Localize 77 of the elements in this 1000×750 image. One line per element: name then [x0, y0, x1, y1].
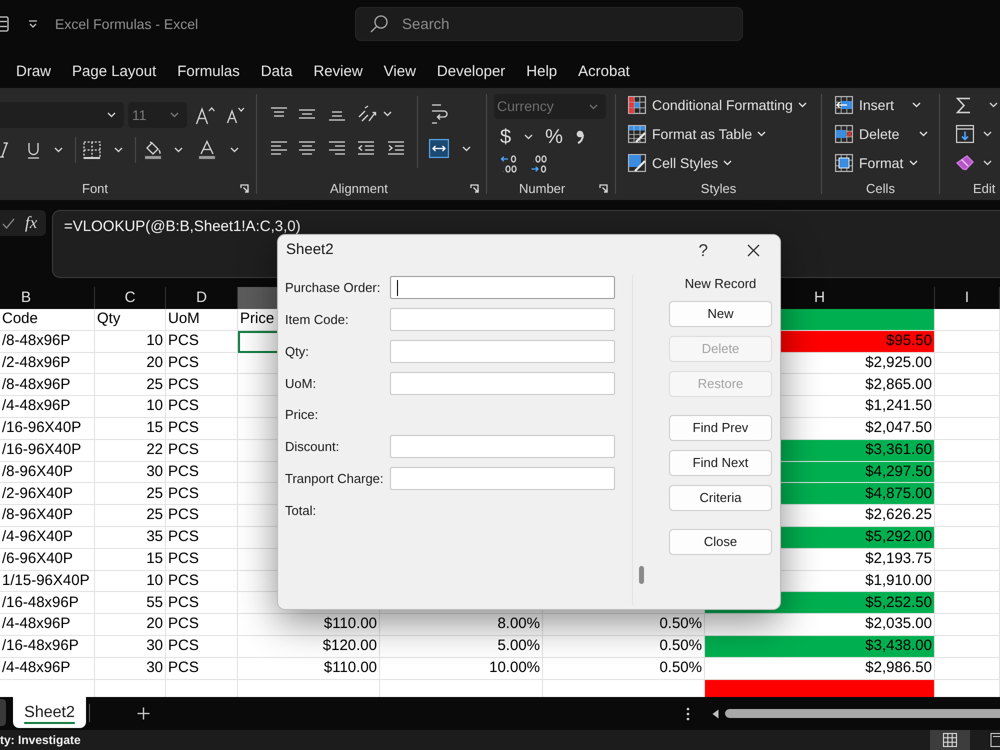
table-cell: PCS: [166, 374, 238, 396]
table-cell: PCS: [166, 636, 238, 658]
group-label: Alignment: [330, 180, 388, 198]
table-cell: 25: [95, 374, 166, 396]
header-cell: Qty: [95, 309, 166, 331]
table-cell: 10: [95, 330, 166, 353]
table-cell: 10.00%: [380, 658, 543, 680]
table-cell: /6-96X40P: [0, 548, 95, 571]
table-cell: PCS: [166, 440, 238, 462]
table-cell: /16-96X40P: [0, 418, 95, 440]
table-cell: 8.00%: [380, 614, 543, 636]
table-cell: $110.00: [238, 614, 380, 636]
table-cell: /4-48x96P: [0, 614, 95, 636]
table-cell: 30: [95, 658, 166, 680]
field-label: Purchase Order:: [285, 279, 382, 298]
table-cell: PCS: [166, 462, 238, 484]
table-cell: 15: [95, 418, 166, 440]
table-cell: 15: [95, 548, 166, 571]
table-cell: 10: [95, 396, 166, 418]
table-cell: PCS: [166, 570, 238, 592]
window-title: Excel Formulas - Excel: [55, 14, 198, 34]
table-cell: $110.00: [238, 658, 380, 680]
table-cell: PCS: [166, 418, 238, 440]
dialog-title: Sheet2: [286, 240, 334, 260]
header-cell: UoM: [166, 309, 238, 331]
table-cell: PCS: [166, 396, 238, 418]
table-cell: /8-96X40P: [0, 462, 95, 484]
table-cell: /16-96X40P: [0, 440, 95, 462]
field-label: UoM:: [285, 374, 318, 393]
status-text: ty: Investigate: [0, 732, 81, 749]
table-cell: PCS: [166, 505, 238, 527]
group-label: Styles: [700, 180, 736, 198]
header-cell: Code: [0, 309, 95, 331]
table-cell: /2-96X40P: [0, 483, 95, 506]
table-cell: 35: [95, 526, 166, 549]
table-cell: 25: [95, 483, 166, 506]
table-cell: 10: [95, 570, 166, 592]
table-cell: PCS: [166, 614, 238, 636]
field-label: Total:: [285, 502, 318, 520]
table-cell: $3,438.00: [705, 636, 935, 658]
group-label: Cells: [866, 180, 895, 198]
group-label: Number: [519, 180, 566, 198]
table-cell: 1/15-96X40P: [0, 570, 95, 592]
table-cell: PCS: [166, 330, 238, 353]
table-cell: PCS: [166, 526, 238, 549]
field-label: Price:: [285, 406, 320, 424]
group-label: Font: [82, 180, 108, 198]
table-cell: PCS: [166, 352, 238, 374]
table-cell: $2,035.00: [705, 614, 935, 636]
table-cell: 22: [95, 440, 166, 462]
field-label: Qty:: [285, 342, 310, 361]
table-cell: 5.00%: [380, 636, 543, 658]
table-cell: /8-48x96P: [0, 374, 95, 396]
table-cell: PCS: [166, 483, 238, 506]
table-cell: PCS: [166, 658, 238, 680]
table-cell: 20: [95, 614, 166, 636]
field-label: Item Code:: [285, 310, 350, 329]
table-cell: /8-96X40P: [0, 505, 95, 527]
table-cell: /4-48x96P: [0, 658, 95, 680]
table-cell: $120.00: [238, 636, 380, 658]
table-cell: 20: [95, 352, 166, 374]
table-cell: /16-48x96P: [0, 636, 95, 658]
table-cell: /8-48x96P: [0, 330, 95, 353]
table-cell: PCS: [166, 592, 238, 614]
table-cell: 55: [95, 592, 166, 614]
table-cell: /2-48x96P: [0, 352, 95, 374]
table-cell: /4-48x96P: [0, 396, 95, 418]
table-cell: /16-48x96P: [0, 592, 95, 614]
table-cell: PCS: [166, 548, 238, 571]
table-cell: /4-96X40P: [0, 526, 95, 549]
table-cell: 25: [95, 505, 166, 527]
group-label: Edit: [973, 180, 996, 198]
field-label: Tranport Charge:: [285, 470, 385, 488]
table-cell: 30: [95, 462, 166, 484]
table-cell: $2,986.50: [705, 658, 935, 680]
field-label: Discount:: [285, 438, 340, 456]
table-cell: 30: [95, 636, 166, 658]
